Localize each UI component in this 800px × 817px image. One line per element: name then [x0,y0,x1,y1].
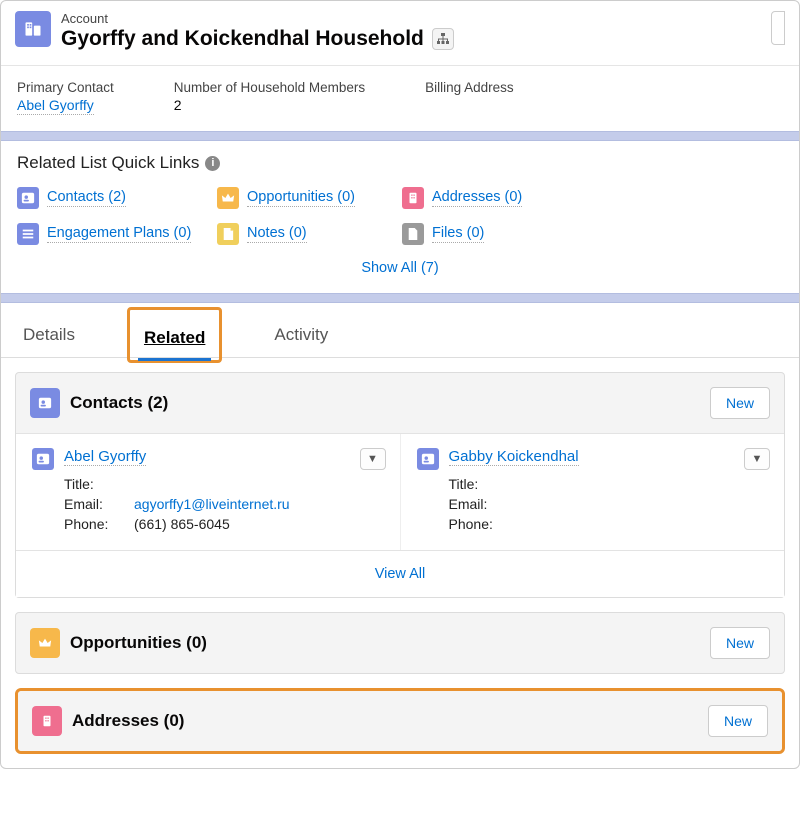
contact-card: Abel Gyorffy Title: Email:agyorffy1@live… [16,434,400,550]
account-icon [15,11,51,47]
show-all-link[interactable]: Show All (7) [361,260,438,276]
separator-band-2 [1,293,799,303]
related-card-addresses: Addresses (0) New [18,691,782,751]
contact-icon [17,187,39,209]
info-icon[interactable]: i [205,156,220,171]
contact-icon [30,388,60,418]
quick-links-panel: Related List Quick Links i Contacts (2) … [1,141,799,293]
crown-icon [217,187,239,209]
header-action-overflow[interactable] [771,11,785,45]
object-type-label: Account [61,11,454,26]
quick-link-addresses[interactable]: Addresses (0) [402,187,602,209]
contacts-title[interactable]: Contacts (2) [70,393,168,413]
addresses-title[interactable]: Addresses (0) [72,711,184,731]
separator-band [1,131,799,141]
tab-related-highlight: Related [127,307,222,363]
file-icon [402,223,424,245]
opportunities-title[interactable]: Opportunities (0) [70,633,207,653]
record-name-text: Gyorffy and Koickendhal Household [61,26,424,51]
related-body: Contacts (2) New Abel Gyorffy Title: Ema… [1,358,799,768]
quick-link-opportunities[interactable]: Opportunities (0) [217,187,402,209]
contact-name-link[interactable]: Gabby Koickendhal [449,448,579,466]
contact-menu-button[interactable]: ▼ [744,448,770,470]
contact-icon [32,448,54,470]
contact-email-link[interactable]: agyorffy1@liveinternet.ru [134,496,290,512]
new-contact-button[interactable]: New [710,387,770,419]
contact-card: Gabby Koickendhal Title: Email: Phone: ▼ [400,434,785,550]
related-card-addresses-highlight: Addresses (0) New [15,688,785,754]
quick-link-notes[interactable]: Notes (0) [217,223,402,245]
highlight-member-count: Number of Household Members 2 [174,80,365,115]
quick-link-engagement-plans[interactable]: Engagement Plans (0) [17,223,217,245]
new-address-button[interactable]: New [708,705,768,737]
record-name: Gyorffy and Koickendhal Household [61,26,454,51]
contact-menu-button[interactable]: ▼ [360,448,386,470]
building-icon [402,187,424,209]
highlight-primary-contact: Primary Contact Abel Gyorffy [17,80,114,115]
highlight-billing-address: Billing Address [425,80,514,115]
tab-bar: Details Related Activity [1,307,799,358]
highlights-panel: Primary Contact Abel Gyorffy Number of H… [1,66,799,131]
related-card-opportunities: Opportunities (0) New [15,612,785,674]
new-opportunity-button[interactable]: New [710,627,770,659]
quick-links-title: Related List Quick Links i [17,153,783,173]
plan-icon [17,223,39,245]
quick-link-contacts[interactable]: Contacts (2) [17,187,217,209]
tab-details[interactable]: Details [19,309,79,357]
tab-related[interactable]: Related [140,312,209,360]
related-card-contacts: Contacts (2) New Abel Gyorffy Title: Ema… [15,372,785,598]
view-all-contacts-link[interactable]: View All [375,566,426,582]
building-icon [32,706,62,736]
record-header: Account Gyorffy and Koickendhal Househol… [1,1,799,66]
crown-icon [30,628,60,658]
hierarchy-icon[interactable] [432,28,454,50]
note-icon [217,223,239,245]
contact-name-link[interactable]: Abel Gyorffy [64,448,146,466]
quick-link-files[interactable]: Files (0) [402,223,602,245]
tab-activity[interactable]: Activity [270,309,332,357]
primary-contact-link[interactable]: Abel Gyorffy [17,97,94,115]
contact-icon [417,448,439,470]
